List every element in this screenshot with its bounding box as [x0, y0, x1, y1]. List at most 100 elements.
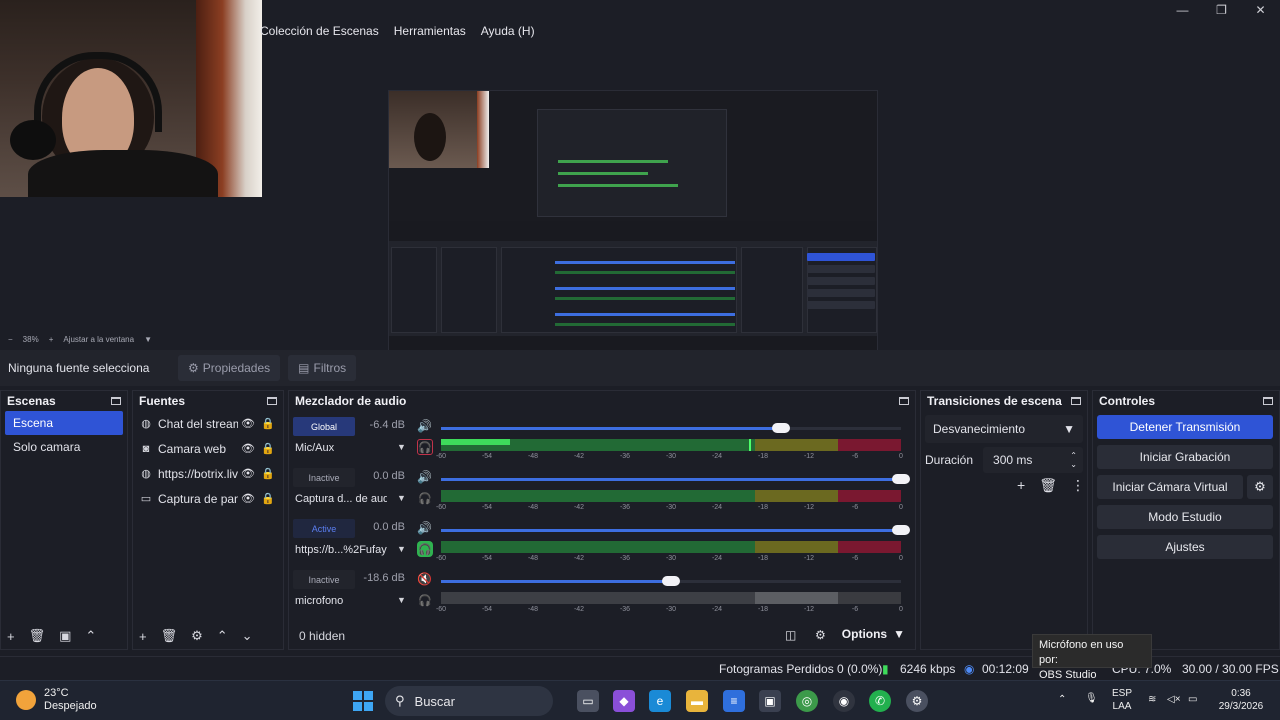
- zoom-fit-label[interactable]: Ajustar a la ventana: [63, 335, 134, 344]
- taskbar-search[interactable]: ⚲ Buscar: [385, 686, 553, 716]
- battery-icon[interactable]: ▭: [1188, 693, 1197, 706]
- menu-help[interactable]: Ayuda (H): [481, 24, 535, 38]
- minimize-button[interactable]: —: [1163, 0, 1202, 20]
- chevron-down-icon[interactable]: ▼: [397, 493, 406, 503]
- store-icon[interactable]: ▣: [759, 690, 781, 712]
- scene-item[interactable]: Solo camara: [5, 435, 123, 459]
- zoom-out-button[interactable]: −: [8, 335, 13, 344]
- filters-button[interactable]: ▤ Filtros: [288, 355, 357, 381]
- settings-button[interactable]: Ajustes: [1097, 535, 1273, 559]
- edge-icon[interactable]: e: [649, 690, 671, 712]
- close-button[interactable]: ✕: [1241, 0, 1280, 20]
- settings-app-icon[interactable]: ⚙: [906, 690, 928, 712]
- undock-icon[interactable]: [1263, 397, 1273, 405]
- add-source-icon[interactable]: +: [139, 629, 147, 644]
- start-recording-button[interactable]: Iniciar Grabación: [1097, 445, 1273, 469]
- volume-slider[interactable]: [441, 423, 901, 433]
- speaker-icon[interactable]: 🔇: [417, 572, 432, 586]
- chevron-down-icon[interactable]: ▼: [397, 544, 406, 554]
- eye-icon[interactable]: 👁: [238, 442, 258, 455]
- undock-icon[interactable]: [267, 397, 277, 405]
- obs-icon[interactable]: ◉: [833, 690, 855, 712]
- lock-icon[interactable]: 🔒: [258, 442, 278, 455]
- duration-spinbox[interactable]: 300 ms ⌃ ⌄: [983, 447, 1083, 473]
- stop-stream-button[interactable]: Detener Transmisión: [1097, 415, 1273, 439]
- source-item[interactable]: ◍ Chat del stream 👁 🔒: [133, 411, 283, 436]
- chevron-down-icon[interactable]: ▼: [397, 595, 406, 605]
- volume-slider-knob[interactable]: [892, 474, 910, 484]
- transition-select[interactable]: Desvanecimiento ▼: [925, 415, 1083, 443]
- remove-source-icon[interactable]: 🗑: [161, 628, 178, 644]
- options-button[interactable]: Options ▼: [842, 627, 905, 641]
- stepper-icon[interactable]: ⌃ ⌄: [1070, 451, 1077, 469]
- eye-icon[interactable]: 👁: [238, 492, 258, 505]
- volume-slider[interactable]: [441, 525, 910, 535]
- task-view-icon[interactable]: ▭: [577, 690, 599, 712]
- move-up-icon[interactable]: ⌃: [85, 628, 96, 644]
- move-down-icon[interactable]: ⌄: [242, 628, 253, 644]
- source-item[interactable]: ▭ Captura de pantalla👁🔒: [133, 486, 283, 511]
- stream-time: 00:12:09: [982, 662, 1029, 676]
- headphones-icon[interactable]: 🎧: [417, 490, 433, 506]
- source-properties-icon[interactable]: ⚙: [191, 628, 203, 644]
- weather-widget[interactable]: 23°C Despejado: [16, 687, 97, 713]
- volume-slider[interactable]: [441, 576, 901, 586]
- menu-scene-collection[interactable]: Colección de Escenas: [260, 24, 379, 38]
- remove-scene-icon[interactable]: 🗑: [29, 628, 46, 644]
- volume-slider-knob[interactable]: [662, 576, 680, 586]
- add-scene-icon[interactable]: +: [7, 629, 15, 644]
- speaker-icon[interactable]: 🔊: [417, 470, 432, 484]
- headphones-icon[interactable]: 🎧: [417, 592, 433, 608]
- properties-button[interactable]: ⚙ Propiedades: [178, 355, 281, 381]
- microphone-icon[interactable]: 🎙: [1085, 692, 1098, 705]
- lock-icon[interactable]: 🔒: [258, 492, 278, 505]
- chevron-down-icon[interactable]: ▼: [397, 442, 406, 452]
- wifi-icon[interactable]: ≋: [1148, 693, 1156, 706]
- stream-preview[interactable]: [388, 90, 878, 368]
- undock-icon[interactable]: [111, 397, 121, 405]
- transitions-dock: Transiciones de escena Desvanecimiento ▼…: [920, 390, 1088, 650]
- file-explorer-icon[interactable]: ▬: [686, 690, 708, 712]
- language-indicator[interactable]: ESP LAA: [1112, 687, 1132, 713]
- menu-tools[interactable]: Herramientas: [394, 24, 466, 38]
- speaker-icon[interactable]: 🔊: [417, 521, 432, 535]
- remove-transition-icon[interactable]: 🗑: [1039, 477, 1057, 494]
- studio-mode-button[interactable]: Modo Estudio: [1097, 505, 1273, 529]
- whatsapp-icon[interactable]: ✆: [869, 690, 891, 712]
- vertical-layout-icon[interactable]: ◫: [785, 628, 796, 642]
- lock-icon[interactable]: 🔒: [258, 417, 278, 430]
- mic-in-use-tooltip: Micrófono en uso por: OBS Studio: [1032, 634, 1152, 681]
- source-item[interactable]: ◍ https://botrix.live 👁 🔒: [133, 461, 283, 486]
- eye-icon[interactable]: 👁: [238, 467, 258, 480]
- add-transition-icon[interactable]: +: [1017, 477, 1025, 494]
- maximize-button[interactable]: ❐: [1202, 0, 1241, 20]
- clock[interactable]: 0:36 29/3/2026: [1216, 687, 1266, 713]
- lock-icon[interactable]: 🔒: [258, 467, 278, 480]
- headphones-icon[interactable]: 🎧: [417, 541, 433, 557]
- scene-filters-icon[interactable]: ▣: [59, 628, 71, 644]
- more-options-icon[interactable]: ⋮: [1071, 477, 1085, 494]
- source-item[interactable]: ◙ Camara web 👁 🔒: [133, 436, 283, 461]
- volume-icon[interactable]: ◁×: [1167, 693, 1181, 706]
- virtual-camera-settings-icon[interactable]: ⚙: [1247, 475, 1273, 499]
- virtual-camera-button[interactable]: Iniciar Cámara Virtual: [1097, 475, 1243, 499]
- move-up-icon[interactable]: ⌃: [217, 628, 228, 644]
- headphones-icon[interactable]: 🎧: [417, 439, 433, 455]
- volume-slider[interactable]: [441, 474, 910, 484]
- undock-icon[interactable]: [899, 397, 909, 405]
- zoom-dropdown-icon[interactable]: ▼: [144, 335, 152, 344]
- tray-overflow-icon[interactable]: ⌃: [1058, 693, 1066, 706]
- speaker-icon[interactable]: 🔊: [417, 419, 432, 433]
- scene-item[interactable]: Escena: [5, 411, 123, 435]
- volume-slider-knob[interactable]: [772, 423, 791, 433]
- copilot-icon[interactable]: ◆: [613, 690, 635, 712]
- windows-start-icon[interactable]: [353, 691, 373, 711]
- chrome-icon[interactable]: ◎: [796, 690, 818, 712]
- advanced-audio-icon[interactable]: ⚙: [815, 628, 826, 642]
- undock-icon[interactable]: [1071, 397, 1081, 405]
- volume-slider-knob[interactable]: [892, 525, 910, 535]
- code-editor-icon[interactable]: ≡: [723, 690, 745, 712]
- controls-dock: Controles Detener Transmisión Iniciar Gr…: [1092, 390, 1280, 650]
- eye-icon[interactable]: 👁: [238, 417, 258, 430]
- zoom-in-button[interactable]: +: [49, 335, 54, 344]
